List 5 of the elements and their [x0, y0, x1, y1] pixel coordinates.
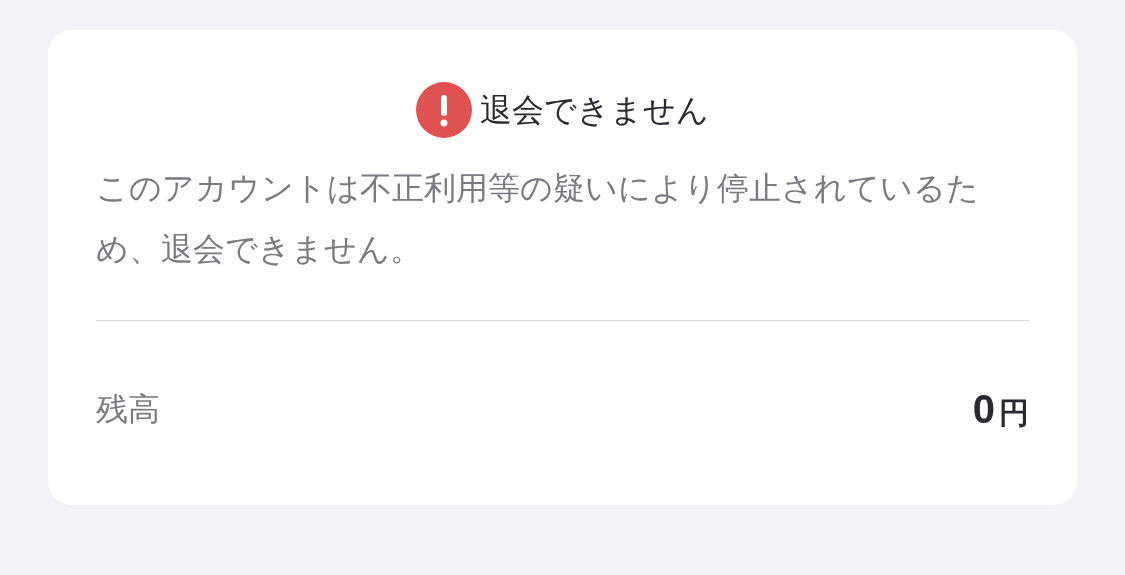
dialog-title: 退会できません [480, 91, 709, 130]
warning-icon [416, 82, 472, 138]
balance-label: 残高 [96, 390, 160, 429]
message-text: このアカウントは不正利用等の疑いにより停止されているため、退会できません。 [96, 169, 980, 269]
balance-amount: 0 円 [972, 386, 1029, 433]
